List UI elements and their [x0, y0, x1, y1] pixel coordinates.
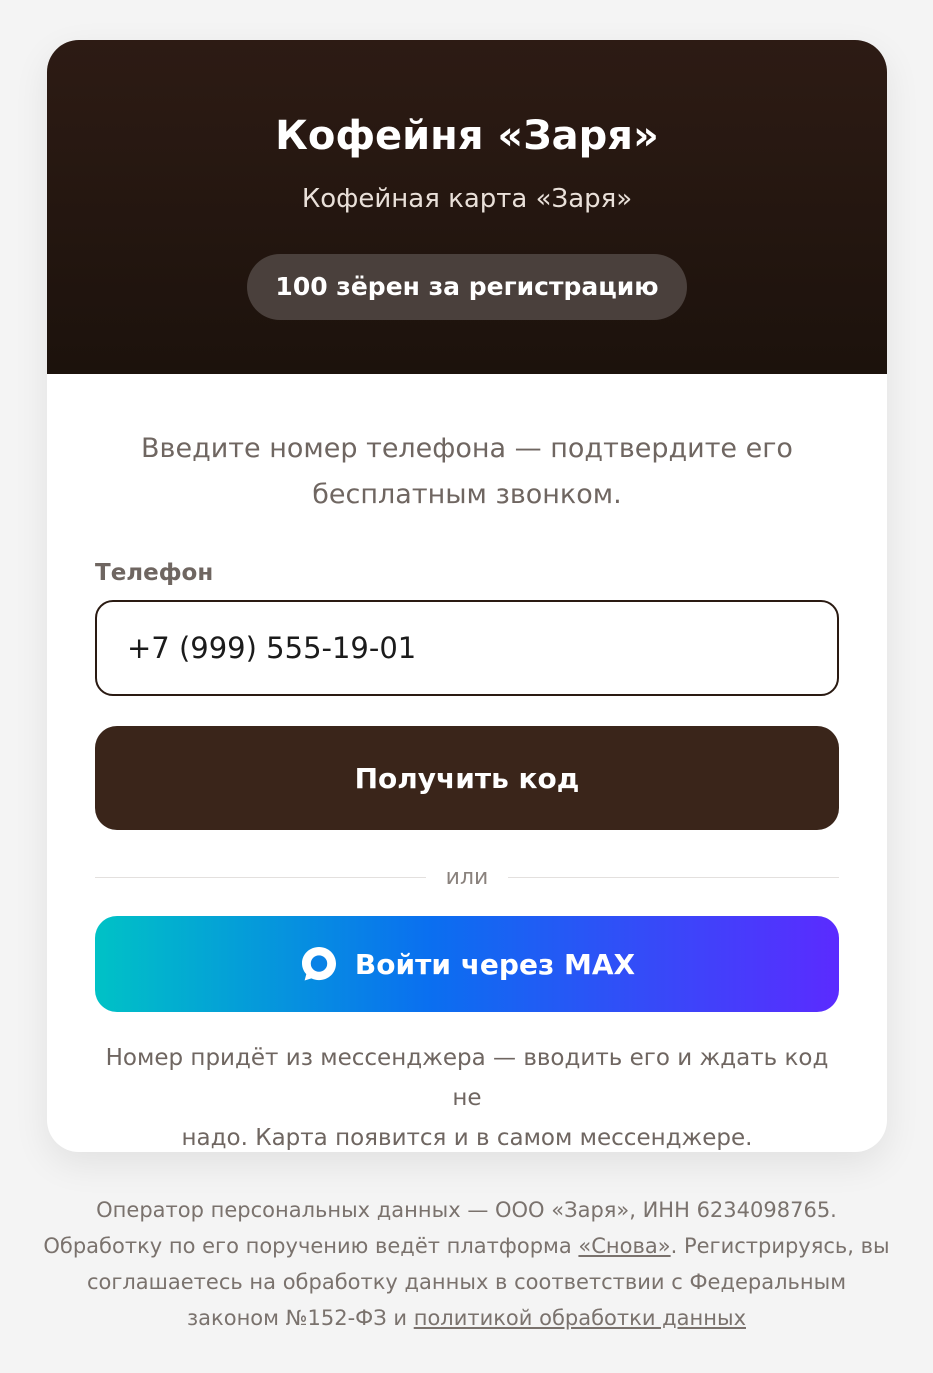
- legal-footer: Оператор персональных данных — ООО «Заря…: [30, 1192, 903, 1336]
- intro-line-2: бесплатным звонком.: [312, 479, 622, 510]
- page-title: Кофейня «Заря»: [275, 113, 659, 159]
- platform-link[interactable]: «Снова»: [578, 1234, 670, 1258]
- footer-line-4-prefix: законом №152-ФЗ и: [187, 1306, 414, 1330]
- hint-line-1: Номер придёт из мессенджера — вводить ег…: [105, 1045, 829, 1111]
- intro-text: Введите номер телефона — подтвердите его…: [95, 426, 839, 518]
- signup-card: Кофейня «Заря» Кофейная карта «Заря» 100…: [47, 40, 887, 1152]
- max-messenger-icon: [301, 947, 336, 981]
- privacy-policy-link[interactable]: политикой обработки данных: [414, 1306, 746, 1330]
- intro-line-1: Введите номер телефона — подтвердите его: [141, 433, 793, 464]
- footer-line-4: законом №152-ФЗ и политикой обработки да…: [30, 1300, 903, 1336]
- page-subtitle: Кофейная карта «Заря»: [301, 184, 633, 214]
- card-header: Кофейня «Заря» Кофейная карта «Заря» 100…: [47, 40, 887, 374]
- divider-line-right: [508, 876, 840, 878]
- footer-line-1: Оператор персональных данных — ООО «Заря…: [96, 1198, 837, 1222]
- max-login-button[interactable]: Войти через MAX: [95, 916, 839, 1012]
- divider-line-left: [95, 876, 426, 878]
- footer-line-2: Обработку по его поручению ведёт платфор…: [30, 1228, 903, 1264]
- footer-line-3: соглашаетесь на обработку данных в соотв…: [86, 1270, 847, 1294]
- footer-line-2-prefix: Обработку по его поручению ведёт платфор…: [43, 1234, 579, 1258]
- get-code-button[interactable]: Получить код: [95, 726, 839, 830]
- phone-input[interactable]: [95, 600, 839, 696]
- card-body: Введите номер телефона — подтвердите его…: [47, 374, 887, 1152]
- divider-text: или: [445, 864, 489, 890]
- or-divider: или: [95, 860, 840, 894]
- bonus-badge: 100 зёрен за регистрацию: [247, 254, 687, 320]
- phone-label: Телефон: [95, 560, 214, 586]
- max-hint-text: Номер придёт из мессенджера — вводить ег…: [95, 1038, 839, 1152]
- hint-line-2: надо. Карта появится и в самом мессендже…: [181, 1125, 753, 1151]
- max-login-label: Войти через MAX: [354, 947, 636, 981]
- footer-line-2-suffix: . Регистрируясь, вы: [670, 1234, 890, 1258]
